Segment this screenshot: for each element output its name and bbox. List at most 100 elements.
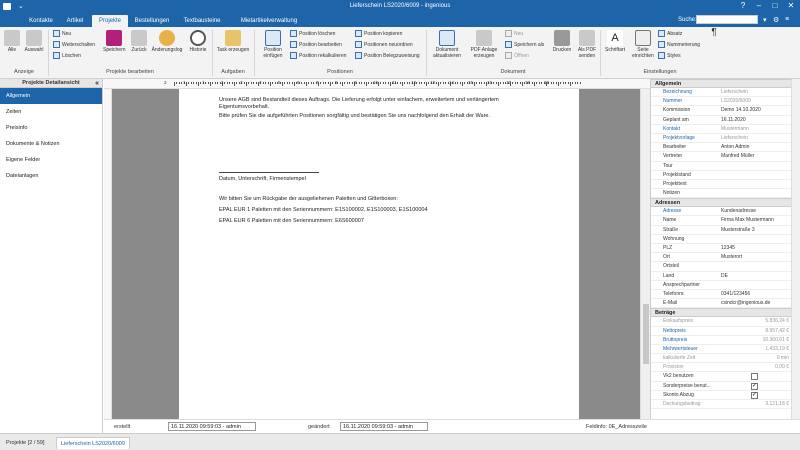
property-row[interactable]: Nummer LS2020/6009 bbox=[651, 97, 800, 107]
property-row[interactable]: PLZ 12345 bbox=[651, 244, 800, 254]
speichern-als-button[interactable]: Speichern als bbox=[505, 41, 544, 50]
property-row[interactable]: Ortsteil bbox=[651, 262, 800, 272]
dropdown-icon[interactable]: ▾ bbox=[763, 16, 767, 24]
alle-button[interactable]: Alle bbox=[3, 30, 21, 54]
property-row[interactable]: Skonto Abzug ✓ bbox=[651, 391, 800, 400]
tab-bestellungen[interactable]: Bestellungen bbox=[130, 15, 174, 27]
task-button[interactable]: Task erzeugen bbox=[215, 30, 251, 54]
property-row[interactable]: Wohnung bbox=[651, 235, 800, 244]
dokument-aktualisieren-button[interactable]: Dokument aktualisieren bbox=[429, 30, 465, 59]
historie-button[interactable]: Historie bbox=[186, 30, 210, 54]
tab-textbausteine[interactable]: Textbausteine bbox=[178, 15, 226, 27]
property-checkbox[interactable]: ✓ bbox=[751, 382, 758, 390]
als-pdf-button[interactable]: Als PDF senden bbox=[576, 30, 598, 59]
property-value[interactable]: 8.957,42 € bbox=[721, 327, 789, 335]
pdf-anlage-button[interactable]: PDF Anlage erzeugen bbox=[467, 30, 501, 59]
property-value[interactable]: 1.433,19 € bbox=[721, 345, 789, 353]
property-row[interactable]: E-Mailcsindcr@ingenious.de⋯ bbox=[651, 299, 800, 309]
tab-kontakte[interactable]: Kontakte bbox=[24, 15, 58, 27]
property-value[interactable]: Manfred Müller bbox=[721, 152, 789, 160]
property-value[interactable]: 0341/123456 bbox=[721, 290, 789, 298]
scrollbar-thumb[interactable] bbox=[643, 304, 649, 364]
property-value[interactable]: Anton Admin bbox=[721, 143, 789, 151]
property-row[interactable]: Projektvorlage Lieferschein bbox=[651, 134, 800, 144]
collapse-icon[interactable]: « bbox=[95, 79, 99, 88]
drucken-button[interactable]: Drucken bbox=[550, 30, 574, 54]
nav-preisinfo[interactable]: Preisinfo bbox=[0, 120, 102, 136]
property-value[interactable]: 16.11.2020 bbox=[721, 116, 789, 124]
property-value[interactable]: Musterort bbox=[721, 253, 789, 261]
property-value[interactable]: Lieferschein bbox=[721, 88, 789, 96]
property-checkbox[interactable] bbox=[751, 373, 758, 381]
neu-button[interactable]: Neu bbox=[53, 30, 71, 39]
property-value[interactable]: 12345 bbox=[721, 244, 789, 252]
pos-kopieren-button[interactable]: Position kopieren bbox=[355, 30, 402, 39]
property-value[interactable]: 0,00 € bbox=[721, 363, 789, 371]
status-tab-lieferschein[interactable]: Lieferschein LS2020/6009 bbox=[56, 437, 130, 449]
close-button[interactable]: ✕ bbox=[784, 1, 798, 10]
property-value[interactable]: Kundenadresse bbox=[721, 207, 789, 215]
property-value[interactable]: Demo 14.10.2020 bbox=[721, 106, 789, 114]
menu-icon[interactable]: ≡ bbox=[785, 16, 789, 23]
nav-dateianlagen[interactable]: Dateianlagen bbox=[0, 168, 102, 184]
oeffnen-button[interactable]: Öffnen bbox=[505, 52, 529, 61]
property-row[interactable]: KontaktMustermann⋯ bbox=[651, 125, 800, 134]
property-row[interactable]: VertreterManfred Müller▾ bbox=[651, 152, 800, 162]
pos-beleg-button[interactable]: Position Belegzuweisung bbox=[355, 52, 420, 61]
property-row[interactable]: Projekttext▾ bbox=[651, 180, 800, 190]
property-row[interactable]: BearbeiterAnton Admin▾ bbox=[651, 143, 800, 153]
property-value[interactable]: Musterstraße 3 bbox=[721, 226, 789, 234]
property-row[interactable]: AdresseKundenadresse▾ bbox=[651, 207, 800, 217]
help-button[interactable]: ? bbox=[736, 1, 750, 10]
property-row[interactable]: Sonderpreise benut... ✓ bbox=[651, 382, 800, 391]
property-value[interactable]: 5.836,24 € bbox=[721, 317, 789, 325]
property-value[interactable]: 10.360,61 € bbox=[721, 336, 789, 344]
property-row[interactable]: Deckungsbeitrag 3.121,18 € bbox=[651, 400, 800, 410]
minimize-button[interactable]: – bbox=[752, 1, 766, 10]
property-checkbox[interactable]: ✓ bbox=[751, 391, 758, 399]
maximize-button[interactable]: □ bbox=[768, 1, 782, 10]
property-row[interactable]: Notizen▾ bbox=[651, 189, 800, 199]
property-value[interactable]: csindcr@ingenious.de bbox=[721, 299, 789, 307]
nav-dokumente-notizen[interactable]: Dokumente & Notizen bbox=[0, 136, 102, 152]
property-row[interactable]: Vk2 benutzen bbox=[651, 372, 800, 382]
zurueck-button[interactable]: Zurück bbox=[128, 30, 150, 54]
property-value[interactable]: 3.121,18 € bbox=[721, 400, 789, 408]
nav-zeiten[interactable]: Zeiten bbox=[0, 104, 102, 120]
property-value[interactable]: DE bbox=[721, 272, 789, 280]
pos-neuordnen-button[interactable]: Positionen neuordnen bbox=[355, 41, 413, 50]
property-row[interactable]: Nettopreis 8.957,42 € bbox=[651, 327, 800, 336]
tab-projekte[interactable]: Projekte bbox=[92, 15, 128, 27]
property-value[interactable]: Mustermann bbox=[721, 125, 789, 133]
pos-bearbeiten-button[interactable]: Position bearbeiten bbox=[290, 41, 342, 50]
section-allgemein[interactable]: Allgemein bbox=[651, 79, 800, 88]
property-row[interactable]: Ansprechpartner bbox=[651, 281, 800, 290]
nav-allgemein[interactable]: Allgemein bbox=[0, 88, 102, 104]
property-row[interactable]: Land DE bbox=[651, 272, 800, 281]
speichern-button[interactable]: Speichern bbox=[103, 30, 126, 54]
property-row[interactable]: Ort Musterort bbox=[651, 253, 800, 263]
property-row[interactable]: Tour▾ bbox=[651, 162, 800, 171]
property-value[interactable]: Firma Max Mustermann bbox=[721, 216, 789, 224]
loeschen-button[interactable]: Löschen bbox=[53, 52, 81, 61]
doc-neu-button[interactable]: Neu bbox=[505, 30, 523, 39]
property-value[interactable]: Lieferschein bbox=[721, 134, 789, 142]
seite-einrichten-button[interactable]: Seite einrichten bbox=[630, 30, 656, 59]
pilcrow-button[interactable]: ¶ bbox=[706, 28, 722, 38]
property-row[interactable]: Telefonnr.0341/123456▾ bbox=[651, 290, 800, 300]
tab-mietartikelverwaltung[interactable]: Mietartikelverwaltung bbox=[230, 15, 308, 27]
schriftart-button[interactable]: A Schriftart bbox=[602, 30, 628, 54]
pos-rekalk-button[interactable]: Position rekalkulieren bbox=[290, 52, 347, 61]
property-value[interactable]: LS2020/6009 bbox=[721, 97, 789, 105]
property-row[interactable]: Bruttopreis 10.360,61 € bbox=[651, 336, 800, 345]
aenderungslog-button[interactable]: Änderungslog bbox=[150, 30, 184, 54]
styles-button[interactable]: Styles bbox=[658, 52, 681, 61]
section-betraege[interactable]: Beträge bbox=[651, 308, 800, 318]
document-page[interactable]: Unsere AGB sind Bestandteil dieses Auftr… bbox=[179, 89, 579, 419]
property-row[interactable]: kalkulierte Zeit 0 min bbox=[651, 354, 800, 364]
nummerierung-button[interactable]: Nummerierung bbox=[658, 41, 700, 50]
property-row[interactable]: Provision 0,00 € bbox=[651, 363, 800, 373]
property-row[interactable]: KommissionDemo 14.10.2020▾ bbox=[651, 106, 800, 116]
property-row[interactable]: Einkaufspreis 5.836,24 € bbox=[651, 317, 800, 327]
property-row[interactable]: Geplant am16.11.2020▾ bbox=[651, 116, 800, 125]
